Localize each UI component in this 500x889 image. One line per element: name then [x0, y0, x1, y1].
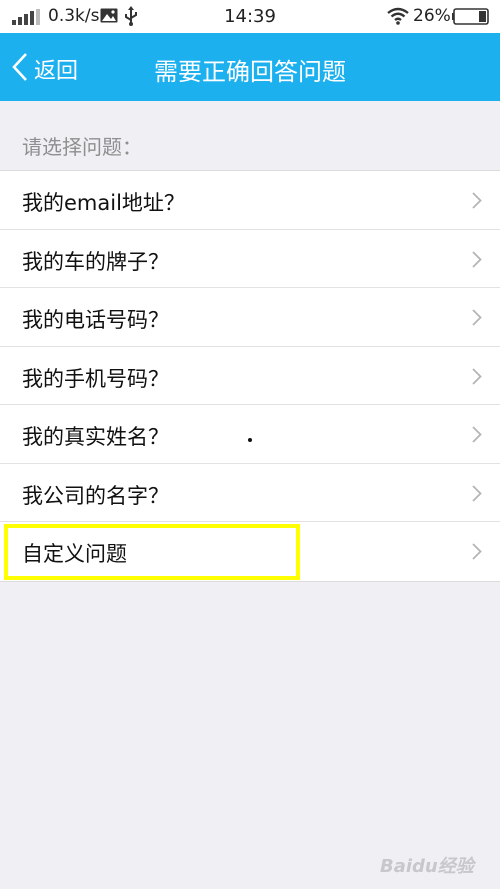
watermark-text: Baidu经验	[380, 856, 474, 877]
list-item-label: 我的手机号码？	[22, 366, 169, 391]
chevron-right-icon	[472, 426, 482, 443]
section-label: 请选择问题：	[22, 135, 142, 159]
list-item-phone[interactable]: 我的电话号码？	[0, 288, 500, 347]
list-item-label: 我的email地址？	[22, 191, 185, 215]
chevron-right-icon	[472, 543, 482, 560]
chevron-right-icon	[472, 484, 482, 502]
list-item-label: 自定义问题	[22, 542, 127, 566]
list-item-mobile[interactable]: 我的手机号码？	[0, 347, 500, 405]
question-list: 我的email地址？ 我的车的牌子？ 我的电话号码？ 我的手机号码？ 我的真实姓…	[0, 170, 500, 582]
page-title: 需要正确回答问题	[154, 58, 346, 86]
watermark: Baidu经验	[380, 846, 492, 882]
chevron-right-icon	[472, 309, 482, 326]
list-item-car-brand[interactable]: 我的车的牌子？	[0, 230, 500, 288]
chevron-right-icon	[472, 250, 482, 268]
nav-header: 返回 需要正确回答问题	[0, 33, 500, 101]
list-item-label: 我的电话号码？	[22, 308, 169, 332]
battery-percent: 26%	[413, 6, 451, 26]
list-item-label: 我的真实姓名？	[22, 425, 169, 449]
list-item-email[interactable]: 我的email地址？	[0, 171, 500, 230]
chevron-right-icon	[472, 367, 482, 385]
battery-icon	[452, 8, 489, 25]
stray-dot	[248, 438, 252, 442]
chevron-right-icon	[472, 192, 482, 209]
list-item-label: 我的车的牌子？	[22, 249, 169, 274]
list-item-custom-question[interactable]: 自定义问题	[0, 522, 500, 581]
list-item-label: 我公司的名字？	[22, 483, 169, 508]
status-bar: 0.3k/s 14:39 26%	[0, 0, 500, 33]
list-item-real-name[interactable]: 我的真实姓名？	[0, 405, 500, 464]
wifi-icon	[387, 7, 409, 25]
list-item-company[interactable]: 我公司的名字？	[0, 464, 500, 522]
